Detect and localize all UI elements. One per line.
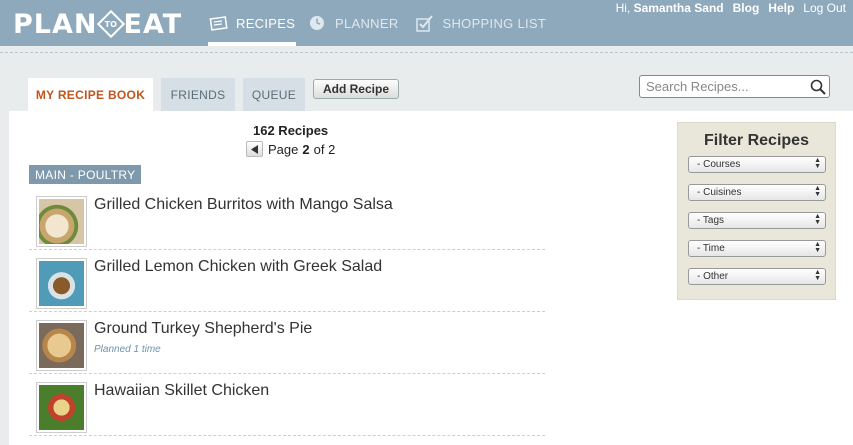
select-arrows-icon: ▲ ▼ — [814, 185, 821, 198]
recipe-title[interactable]: Grilled Lemon Chicken with Greek Salad — [94, 258, 382, 276]
logo-text-plan: PLAN — [13, 8, 98, 40]
user-name[interactable]: Samantha Sand — [634, 1, 724, 15]
header-divider — [0, 52, 853, 53]
plan-to-eat-logo[interactable]: PLAN TO EAT — [13, 8, 182, 40]
page-total: 2 — [328, 141, 336, 157]
select-arrows-icon: ▲ ▼ — [814, 241, 821, 254]
page-current: 2 — [302, 141, 310, 157]
logo-text-to: TO — [104, 19, 117, 29]
nav-planner[interactable]: PLANNER — [307, 0, 411, 46]
recipe-count: 162 Recipes — [253, 123, 329, 138]
time-select[interactable]: - Time ▲ ▼ — [688, 240, 826, 257]
nav-shopping-list-label: SHOPPING LIST — [442, 15, 547, 31]
courses-select[interactable]: - Courses ▲ ▼ — [688, 156, 826, 173]
tags-select-value: - Tags — [697, 215, 725, 226]
recipe-item[interactable]: Hawaiian Skillet Chicken — [29, 374, 545, 436]
other-select-value: - Other — [697, 271, 729, 282]
checklist-icon — [415, 14, 435, 32]
tab-friends[interactable]: FRIENDS — [161, 78, 235, 111]
recipe-item[interactable]: Grilled Lemon Chicken with Greek Salad — [29, 250, 545, 312]
nav-recipes[interactable]: RECIPES — [208, 0, 296, 46]
search-icon[interactable] — [807, 77, 829, 97]
recipe-thumbnail[interactable] — [36, 258, 87, 309]
recipe-title[interactable]: Hawaiian Skillet Chicken — [94, 382, 269, 400]
page-prefix: Page — [268, 141, 299, 157]
search-input[interactable]: Search Recipes... — [640, 79, 807, 94]
nav-shopping-list[interactable]: SHOPPING LIST — [415, 0, 559, 46]
main-nav: RECIPES PLANNER SHOPPING LIST — [208, 0, 558, 46]
recipe-card-icon — [208, 14, 228, 32]
tags-select[interactable]: - Tags ▲ ▼ — [688, 212, 826, 229]
recipe-item[interactable]: Ground Turkey Shepherd's Pie Planned 1 t… — [29, 312, 545, 374]
user-links: Hi, Samantha Sand Blog Help Log Out — [598, 1, 846, 15]
clock-icon — [307, 14, 327, 32]
help-link[interactable]: Help — [768, 1, 794, 15]
tab-queue[interactable]: QUEUE — [243, 78, 305, 111]
select-arrows-icon: ▲ ▼ — [814, 269, 821, 282]
top-bar: PLAN TO EAT RECIPES PLANNER SHOPPING LIS… — [0, 0, 853, 46]
nav-recipes-label: RECIPES — [236, 15, 296, 31]
cuisines-select-value: - Cuisines — [697, 187, 742, 198]
logo-to-badge: TO — [96, 9, 125, 39]
nav-planner-label: PLANNER — [335, 15, 399, 31]
category-label: MAIN - POULTRY — [29, 165, 142, 184]
other-select[interactable]: - Other ▲ ▼ — [688, 268, 826, 285]
logo-text-eat: EAT — [123, 8, 183, 40]
recipe-tabs: MY RECIPE BOOK FRIENDS QUEUE — [28, 78, 313, 111]
select-arrows-icon: ▲ ▼ — [814, 213, 821, 226]
filter-title: Filter Recipes — [704, 132, 809, 149]
planned-count: Planned 1 time — [94, 344, 161, 355]
blog-link[interactable]: Blog — [733, 1, 760, 15]
recipe-title[interactable]: Grilled Chicken Burritos with Mango Sals… — [94, 196, 393, 214]
page-of: of — [313, 141, 325, 157]
recipe-list: Grilled Chicken Burritos with Mango Sals… — [29, 188, 545, 436]
tab-my-recipe-book[interactable]: MY RECIPE BOOK — [28, 78, 153, 111]
select-arrows-icon: ▲ ▼ — [814, 157, 821, 170]
recipe-title[interactable]: Ground Turkey Shepherd's Pie — [94, 320, 312, 338]
greeting-text: Hi, — [615, 1, 631, 15]
previous-page-button[interactable] — [246, 141, 263, 157]
search-box[interactable]: Search Recipes... — [639, 75, 830, 98]
add-recipe-button[interactable]: Add Recipe — [313, 79, 399, 99]
pagination: Page 2 of 2 — [246, 141, 335, 157]
recipe-thumbnail[interactable] — [36, 382, 87, 433]
recipe-thumbnail[interactable] — [36, 320, 87, 371]
time-select-value: - Time — [697, 243, 725, 254]
chevron-left-icon — [250, 144, 258, 154]
logout-link[interactable]: Log Out — [803, 1, 846, 15]
cuisines-select[interactable]: - Cuisines ▲ ▼ — [688, 184, 826, 201]
greeting: Hi, Samantha Sand — [607, 1, 724, 15]
filter-recipes-panel: Filter Recipes - Courses ▲ ▼ - Cuisines ▲ ▼ … — [677, 122, 836, 300]
recipe-thumbnail[interactable] — [36, 196, 87, 247]
recipe-item[interactable]: Grilled Chicken Burritos with Mango Sals… — [29, 188, 545, 250]
courses-select-value: - Courses — [697, 159, 741, 170]
